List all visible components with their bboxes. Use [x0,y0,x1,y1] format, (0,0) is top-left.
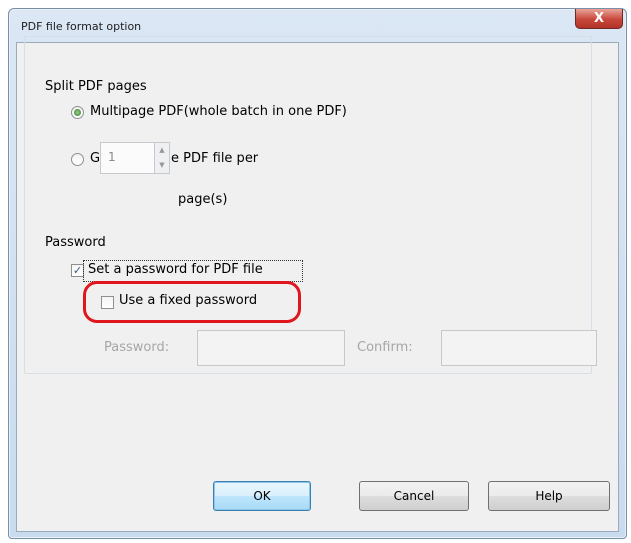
cancel-button[interactable]: Cancel [359,481,469,511]
pages-value: 1 [108,150,116,164]
window-title: PDF file format option [21,20,142,33]
multipage-radio[interactable] [71,106,84,119]
confirm-field[interactable] [441,330,597,366]
password-group-title: Password [45,235,106,250]
password-field-label: Password: [104,340,170,355]
chevron-down-icon[interactable]: ▼ [155,158,169,173]
pages-input[interactable]: 1 [100,142,156,174]
set-password-label[interactable]: Set a password for PDF file [88,262,263,277]
password-field[interactable] [197,330,345,366]
chevron-up-icon[interactable]: ▲ [155,143,169,158]
close-icon: X [593,11,605,26]
split-group-title: Split PDF pages [45,79,147,94]
confirm-field-label: Confirm: [357,340,413,355]
fixed-password-label[interactable]: Use a fixed password [119,293,257,308]
fixed-password-checkbox[interactable] [101,296,114,309]
ok-button[interactable]: OK [213,481,311,511]
help-button[interactable]: Help [488,481,610,511]
pages-unit-label: page(s) [178,192,228,207]
multipage-label[interactable]: Multipage PDF(whole batch in one PDF) [90,104,347,119]
close-button[interactable]: X [575,9,623,29]
pages-stepper[interactable]: ▲ ▼ [154,142,170,174]
per-page-radio[interactable] [71,153,84,166]
